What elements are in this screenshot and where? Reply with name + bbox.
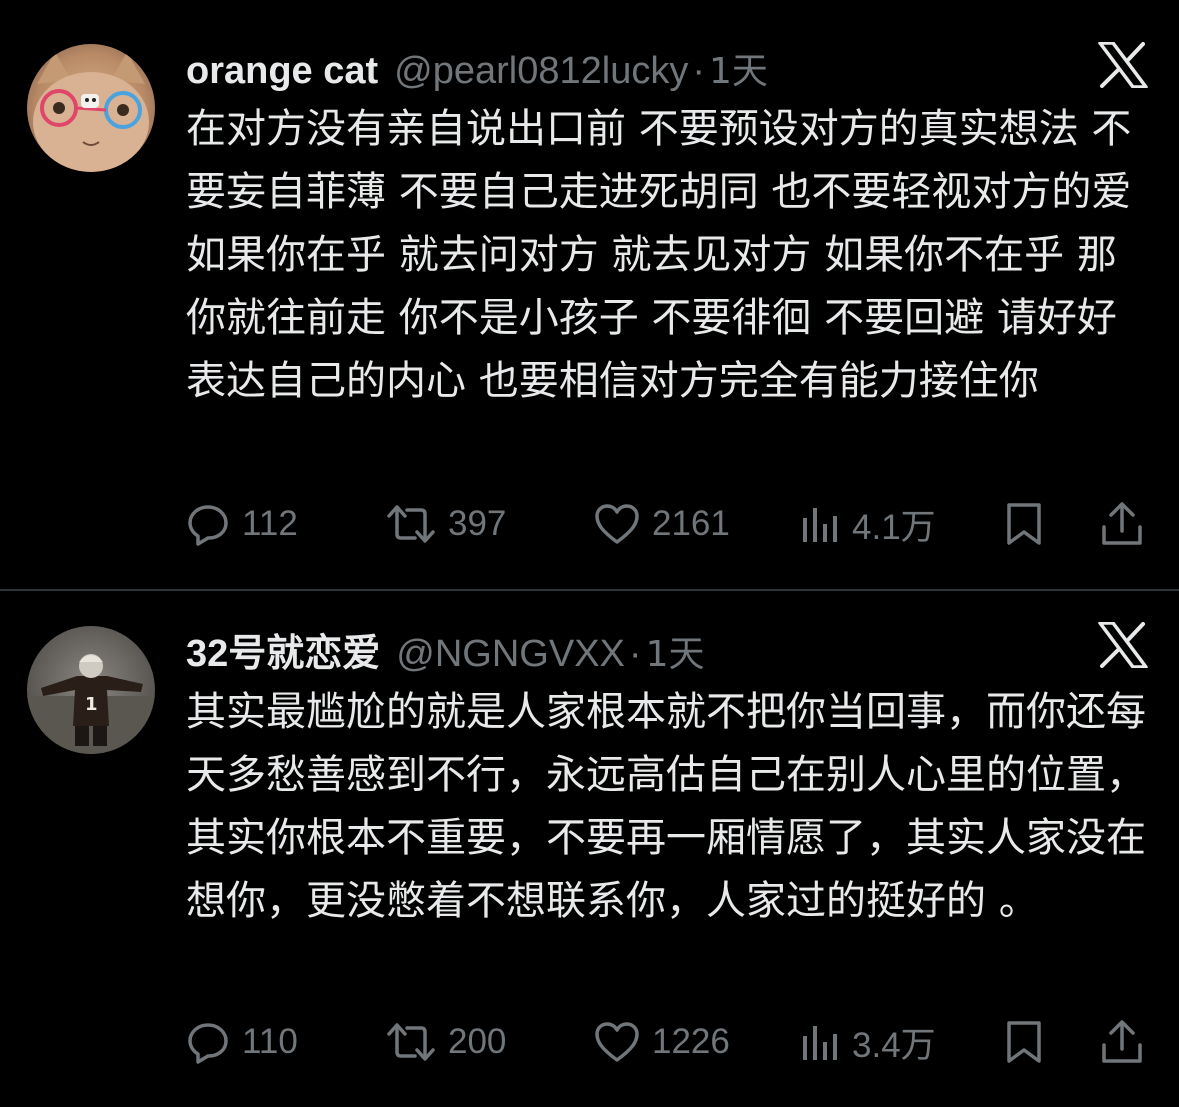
reply-icon [188,1023,228,1064]
bookmark-icon [1007,503,1041,545]
divider [0,589,1179,591]
display-name[interactable]: 32号就恋爱 [186,622,380,677]
user-handle[interactable]: @pearl0812lucky [394,50,688,93]
bookmark-icon [1007,1021,1041,1063]
tweet-text: 在对方没有亲自说出口前 不要预设对方的真实想法 不要妄自菲薄 不要自己走进死胡同… [186,106,1145,404]
retweet-button[interactable]: 397 [386,499,506,549]
retweet-icon [387,505,435,543]
reply-button[interactable]: 112 [186,499,298,549]
x-logo-icon [1098,42,1148,88]
action-bar: 110 200 1226 3.4万 [186,1017,1146,1067]
tweet-card-1[interactable]: orange cat @pearl0812lucky · 1天 在对方没有亲自说… [0,0,1179,590]
bookmark-button[interactable] [1004,499,1044,549]
separator-dot: · [692,50,706,92]
timestamp[interactable]: 1天 [646,625,705,677]
retweet-count: 397 [448,504,507,543]
share-icon [1102,502,1142,545]
views-bar-chart-icon [803,1026,837,1060]
like-count: 2161 [652,504,730,543]
tweet-header: 32号就恋爱 @NGNGVXX · 1天 [186,622,704,675]
views-bar-chart-icon [803,508,837,542]
heart-icon [595,504,639,544]
cat-avatar-image [27,44,155,172]
reply-button[interactable]: 110 [186,1017,298,1067]
timestamp[interactable]: 1天 [709,42,768,94]
avatar[interactable]: 1 [27,626,155,754]
retweet-count: 200 [448,1022,507,1061]
reply-count: 110 [242,1022,298,1061]
retweet-button[interactable]: 200 [386,1017,506,1067]
share-button[interactable] [1100,499,1144,549]
reply-count: 112 [242,504,298,543]
svg-text:1: 1 [85,694,98,715]
action-bar: 112 397 2161 4.1万 [186,499,1146,549]
display-name[interactable]: orange cat [186,50,378,93]
person-avatar-image: 1 [27,626,155,754]
separator-dot: · [628,633,642,675]
views-count: 4.1万 [852,507,936,547]
avatar[interactable] [27,44,155,172]
bookmark-button[interactable] [1004,1017,1044,1067]
retweet-icon [387,1023,435,1061]
views-button[interactable]: 3.4万 [800,1017,936,1067]
user-handle[interactable]: @NGNGVXX [396,633,625,676]
tweet-header: orange cat @pearl0812lucky · 1天 [186,42,768,92]
tweet-text: 其实最尴尬的就是人家根本就不把你当回事，而你还每天多愁善感到不行，永远高估自己在… [186,689,1146,924]
share-button[interactable] [1100,1017,1144,1067]
views-count: 3.4万 [852,1025,936,1065]
like-button[interactable]: 1226 [594,1017,730,1067]
like-count: 1226 [652,1022,730,1061]
heart-icon [595,1022,639,1062]
tweet-card-2[interactable]: 1 32号就恋爱 @NGNGVXX · 1天 其实最尴尬的就是人家根本就不把你当… [0,592,1179,1107]
reply-icon [188,505,228,546]
share-icon [1102,1020,1142,1063]
views-button[interactable]: 4.1万 [800,499,936,549]
like-button[interactable]: 2161 [594,499,730,549]
x-logo-icon [1098,622,1148,668]
